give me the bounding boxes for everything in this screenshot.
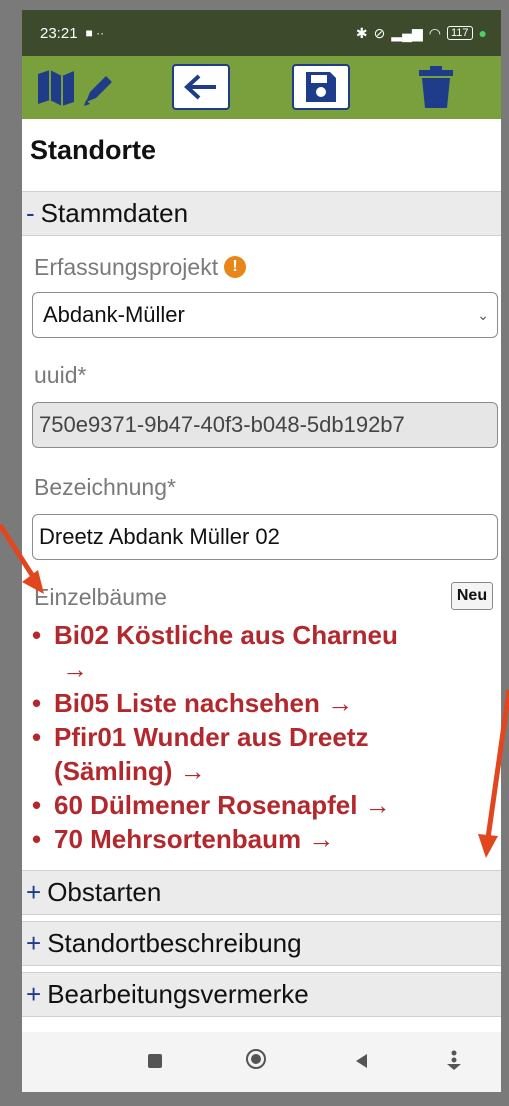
annotation-arrow-left: [0, 523, 44, 594]
annotation-overlay: [0, 523, 509, 858]
annotation-arrow-right: [478, 689, 509, 858]
